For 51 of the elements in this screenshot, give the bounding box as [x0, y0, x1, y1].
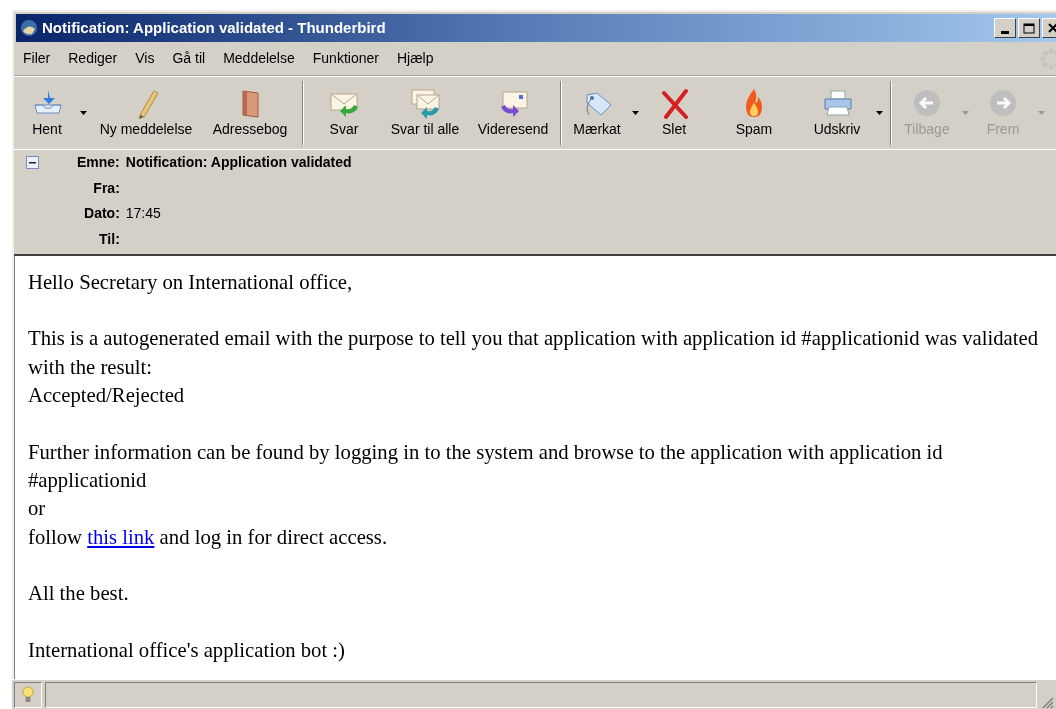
caret-icon — [631, 111, 639, 115]
menu-item[interactable]: Hjælp — [387, 46, 443, 71]
close-icon — [1048, 23, 1056, 33]
menu-item[interactable]: Rediger — [59, 46, 127, 71]
toolbar-button[interactable]: Slet — [642, 77, 706, 149]
collapse-toggle[interactable] — [26, 156, 39, 169]
toolbar-button[interactable]: Mærkat — [566, 77, 642, 149]
lightbulb-icon — [22, 685, 34, 704]
text-line: This is a autogenerated email with the purpose to tell you that application with application id #applicationid was validated — [28, 326, 1039, 352]
text-line: Hello Secretary on International office, — [28, 270, 354, 296]
caret-icon — [1037, 111, 1045, 115]
menu-item[interactable]: Gå til — [163, 46, 215, 71]
menu-item[interactable]: Funktioner — [303, 46, 388, 71]
field-label: Dato: — [83, 204, 120, 223]
text-line: with the result: — [28, 354, 154, 380]
text-line: or — [28, 496, 47, 522]
menu-item[interactable]: Vis — [126, 46, 164, 71]
text-line: Further information can be found by logging in to the system and browse to the application with application id — [28, 439, 944, 466]
toolbar-button[interactable]: Adressebog — [202, 77, 298, 149]
text-line: follow this link and log in for direct access. — [28, 524, 389, 551]
text-line: International office's application bot :) — [28, 637, 346, 664]
menu-item[interactable]: Meddelelse — [214, 46, 304, 71]
text-line: All the best. — [28, 581, 130, 607]
resize-grip-icon — [1040, 695, 1054, 709]
field-value: 17:45 — [125, 204, 162, 223]
maximize-button[interactable] — [1018, 18, 1040, 38]
minimize-icon — [1001, 31, 1009, 34]
toolbar-button[interactable]: Svar — [308, 77, 380, 149]
text-line: #applicationid — [28, 468, 148, 494]
menu-item[interactable]: Filer — [14, 46, 60, 71]
field-label: Emne: — [77, 153, 120, 172]
link[interactable]: this link — [87, 525, 155, 548]
envelopes-arrow-icon — [409, 86, 441, 119]
field-label: Til: — [98, 229, 120, 249]
toolbar-button[interactable]: Ny meddelelse — [90, 77, 202, 149]
window-title: Notification: Application validated - Thunderbird — [42, 17, 386, 38]
toolbar-button[interactable]: Videresend — [470, 77, 556, 149]
field-value: Notification: Application validated — [125, 153, 352, 172]
maximize-icon — [1023, 22, 1035, 34]
minus-icon — [29, 159, 36, 166]
app-icon — [20, 19, 38, 37]
caret-icon — [79, 111, 87, 115]
toolbar-button[interactable]: Hent — [18, 77, 90, 149]
text-line: Accepted/Rejected — [28, 383, 186, 409]
field-label: Fra: — [92, 178, 120, 198]
caret-icon — [961, 111, 969, 115]
caret-icon — [875, 111, 883, 115]
toolbar-button[interactable]: Svar til alle — [380, 77, 470, 149]
toolbar-button[interactable]: Udskriv — [802, 77, 886, 149]
minimize-button[interactable] — [994, 18, 1016, 38]
toolbar-button[interactable]: Spam — [706, 77, 802, 149]
